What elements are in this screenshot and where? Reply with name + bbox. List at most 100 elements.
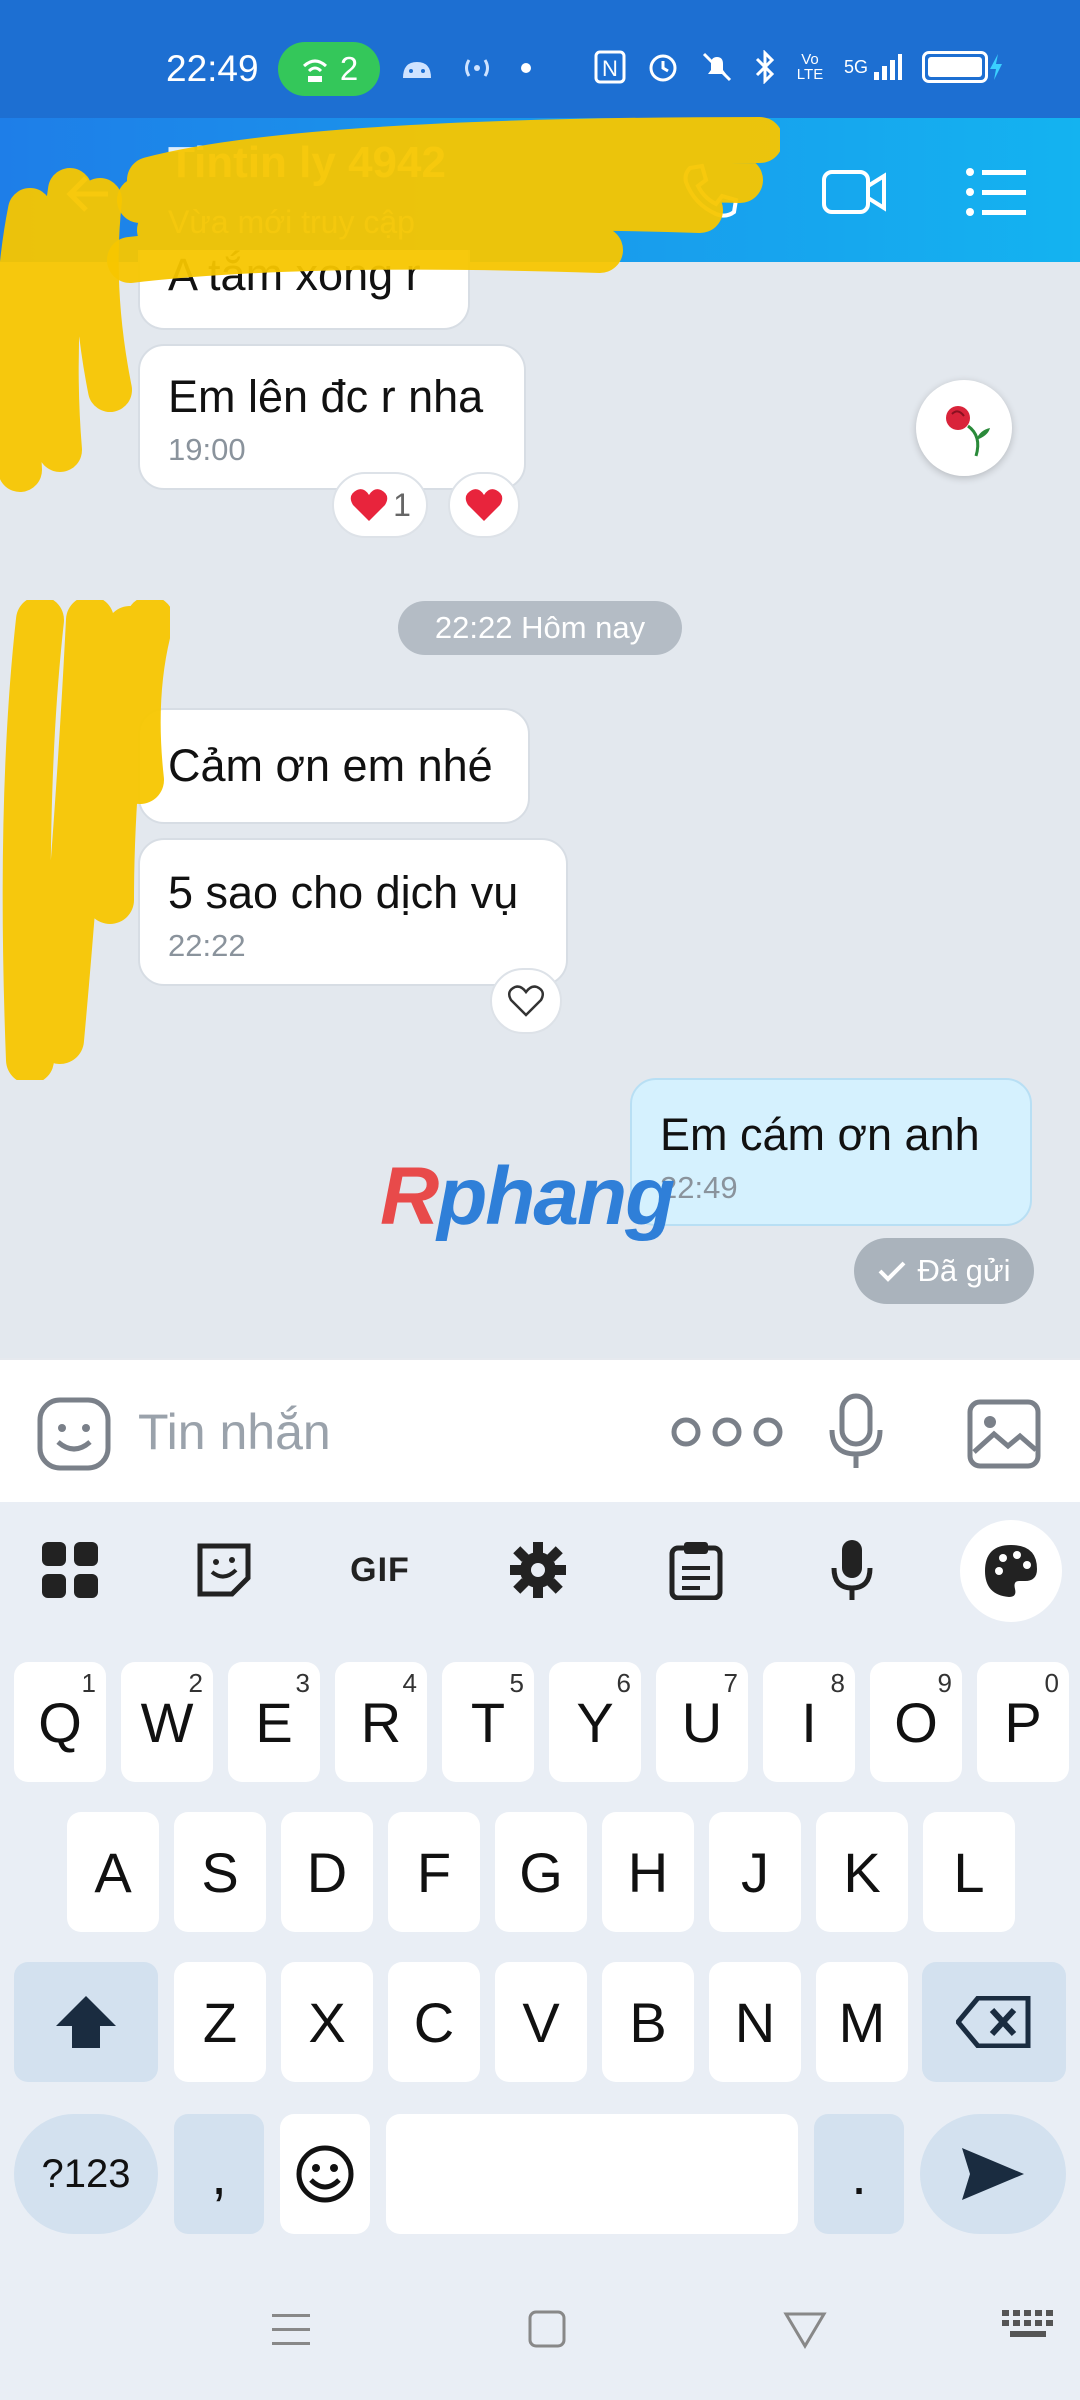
message-time: 22:49 <box>660 1169 738 1205</box>
keyboard-settings-button[interactable] <box>500 1532 576 1608</box>
space-key[interactable] <box>386 2114 798 2234</box>
home-button[interactable] <box>522 2304 572 2354</box>
watermark-logo: Rphang <box>380 1151 675 1242</box>
menu-icon <box>272 2314 310 2345</box>
gear-icon <box>510 1542 566 1598</box>
backspace-key[interactable] <box>922 1962 1066 2082</box>
grid-icon <box>42 1542 98 1598</box>
comma-key[interactable]: , <box>174 2114 264 2234</box>
key-label: T <box>470 1690 506 1754</box>
rose-sticker-button[interactable] <box>916 380 1012 476</box>
key-w[interactable]: W2 <box>121 1662 213 1782</box>
shift-key[interactable] <box>14 1962 158 2082</box>
video-call-button[interactable] <box>820 158 888 226</box>
key-hint: 0 <box>1044 1668 1059 1698</box>
react-heart-button[interactable] <box>448 472 520 538</box>
gif-button[interactable]: GIF <box>342 1532 418 1608</box>
key-v[interactable]: V <box>495 1962 587 2082</box>
key-f[interactable]: F <box>388 1812 480 1932</box>
sticker-button[interactable] <box>36 1396 112 1472</box>
key-hint: 2 <box>188 1668 203 1698</box>
hotspot-icon <box>300 54 330 84</box>
key-p[interactable]: P0 <box>977 1662 1069 1782</box>
key-g[interactable]: G <box>495 1812 587 1932</box>
recent-apps-button[interactable] <box>266 2304 316 2354</box>
symbols-key[interactable]: ?123 <box>14 2114 158 2234</box>
message-bubble[interactable]: Em lên đc r nha 19:00 <box>138 344 526 490</box>
message-time: 19:00 <box>168 431 246 467</box>
key-hint: 1 <box>81 1668 96 1698</box>
contact-status: Vừa mới truy cập <box>168 204 415 240</box>
key-u[interactable]: U7 <box>656 1662 748 1782</box>
rose-icon <box>946 406 990 457</box>
clipboard-button[interactable] <box>658 1532 734 1608</box>
call-button[interactable] <box>676 158 744 226</box>
key-h[interactable]: H <box>602 1812 694 1932</box>
key-hint: 8 <box>830 1668 845 1698</box>
key-a[interactable]: A <box>67 1812 159 1932</box>
key-label: R <box>360 1690 402 1754</box>
voice-message-button[interactable] <box>826 1392 886 1472</box>
send-key[interactable] <box>920 2114 1066 2234</box>
triangle-back-icon <box>783 2312 827 2349</box>
contact-name[interactable]: Tintin ly 4942 <box>168 138 446 188</box>
check-icon <box>879 1261 906 1282</box>
key-hint: 7 <box>723 1668 738 1698</box>
key-d[interactable]: D <box>281 1812 373 1932</box>
message-input[interactable] <box>138 1400 618 1464</box>
key-label: W <box>140 1690 194 1754</box>
key-z[interactable]: Z <box>174 1962 266 2082</box>
message-bubble[interactable]: 5 sao cho dịch vụ 22:22 <box>138 838 568 986</box>
emoji-key[interactable] <box>280 2114 370 2234</box>
key-b[interactable]: B <box>602 1962 694 2082</box>
key-y[interactable]: Y6 <box>549 1662 641 1782</box>
reaction-summary[interactable]: 1 <box>332 472 428 538</box>
key-m[interactable]: M <box>816 1962 908 2082</box>
date-separator: 22:22 Hôm nay <box>398 601 682 655</box>
key-o[interactable]: O9 <box>870 1662 962 1782</box>
my-message-bubble[interactable]: Em cám ơn anh 22:49 <box>630 1078 1032 1226</box>
back-button[interactable] <box>60 164 120 224</box>
key-j[interactable]: J <box>709 1812 801 1932</box>
backspace-icon <box>956 1996 1031 2048</box>
key-e[interactable]: E3 <box>228 1662 320 1782</box>
alarm-icon <box>646 50 680 84</box>
status-time: 22:49 <box>166 48 259 89</box>
react-heart-button[interactable] <box>490 968 562 1034</box>
menu-list-button[interactable] <box>962 158 1030 226</box>
key-r[interactable]: R4 <box>335 1662 427 1782</box>
mute-icon <box>700 50 734 84</box>
volte-icon: Vo LTE <box>796 51 824 83</box>
message-bubble[interactable]: A tắm xong r <box>138 250 470 330</box>
theme-palette-button[interactable] <box>960 1520 1062 1622</box>
more-horizontal-icon <box>671 1417 783 1447</box>
battery-icon <box>922 51 1004 83</box>
message-text: 5 sao cho dịch vụ <box>168 867 519 918</box>
voice-typing-button[interactable] <box>814 1532 890 1608</box>
key-hint: 3 <box>295 1668 310 1698</box>
network-type: 5G <box>844 56 869 77</box>
apps-grid-button[interactable] <box>32 1532 108 1608</box>
key-n[interactable]: N <box>709 1962 801 2082</box>
key-s[interactable]: S <box>174 1812 266 1932</box>
key-hint: 4 <box>402 1668 417 1698</box>
key-x[interactable]: X <box>281 1962 373 2082</box>
emoji-icon <box>296 2145 354 2203</box>
keyboard-hide-button[interactable] <box>1000 2304 1056 2354</box>
key-label: O <box>894 1690 938 1754</box>
more-options-button[interactable] <box>664 1410 790 1454</box>
keyboard-icon <box>1002 2310 1053 2337</box>
key-i[interactable]: I8 <box>763 1662 855 1782</box>
key-t[interactable]: T5 <box>442 1662 534 1782</box>
dot-icon <box>520 62 532 74</box>
key-q[interactable]: Q1 <box>14 1662 106 1782</box>
image-picker-button[interactable] <box>966 1396 1042 1472</box>
key-l[interactable]: L <box>923 1812 1015 1932</box>
sticker-tool-button[interactable] <box>186 1532 262 1608</box>
key-c[interactable]: C <box>388 1962 480 2082</box>
back-nav-button[interactable] <box>780 2304 830 2354</box>
period-key[interactable]: . <box>814 2114 904 2234</box>
key-k[interactable]: K <box>816 1812 908 1932</box>
send-icon <box>962 2148 1024 2200</box>
message-bubble[interactable]: Cảm ơn em nhé <box>138 708 530 824</box>
